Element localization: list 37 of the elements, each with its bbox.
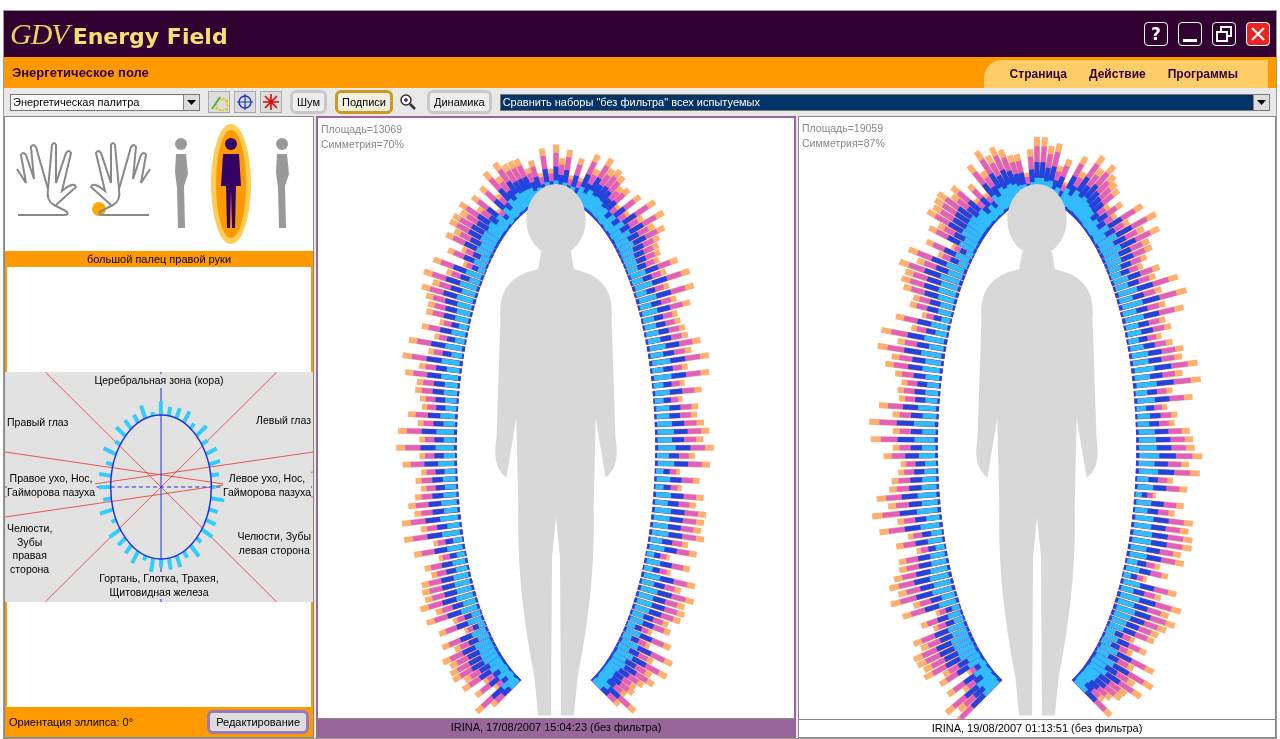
restore-button[interactable] [1212, 22, 1236, 46]
zone-label: Гортань, Глотка, Трахея, Щитовидная железа [99, 572, 219, 600]
symmetry-value: Симметрия=87% [802, 135, 885, 151]
zone-label: Правый глаз [7, 416, 69, 430]
aura-panel[interactable]: Площадь=13069 Симметрия=70% IRINA, 17/08/2007 15:04:23 (без фильтра) [316, 116, 796, 738]
toolbar-button[interactable]: Подписи [335, 90, 393, 114]
body-figure-icon[interactable] [211, 124, 252, 244]
minimize-button[interactable] [1178, 22, 1202, 46]
help-button[interactable]: ? [1144, 22, 1168, 46]
aura-panel[interactable]: Площадь=19059 Симметрия=87% IRINA, 19/08/2007 01:13:51 (без фильтра) [798, 116, 1276, 738]
panel-caption: IRINA, 17/08/2007 15:04:23 (без фильтра) [318, 718, 794, 736]
close-icon [1250, 26, 1266, 42]
restore-icon [1215, 25, 1233, 43]
zone-label: Челюсти, Зубы правая сторона [7, 522, 53, 577]
compare-dropdown[interactable]: Сравнить наборы "без фильтра" всех испытуемых [499, 93, 1270, 111]
target-icon[interactable] [234, 91, 256, 113]
orientation-label: Ориентация эллипса: 0° [9, 716, 134, 728]
toolbar-button[interactable]: Шум [290, 90, 328, 114]
zone-label: Левое ухо, Нос, Гайморова пазуха [222, 472, 311, 500]
menu-item[interactable]: Действие [1088, 67, 1146, 81]
menu-item[interactable]: Страница [1009, 67, 1067, 81]
logo-text: Energy Field [72, 24, 228, 49]
symmetry-value: Симметрия=70% [321, 136, 404, 152]
page-title: Энергетическое поле [11, 65, 149, 80]
zone-label: Правое ухо, Нос, Гайморова пазуха [7, 472, 96, 500]
area-value: Площадь=13069 [321, 122, 404, 137]
close-button[interactable] [1246, 22, 1270, 46]
asterisk-icon[interactable] [260, 91, 282, 113]
palette-dropdown[interactable]: Энергетическая палитра [10, 93, 200, 111]
area-value: Площадь=19059 [802, 121, 885, 136]
zone-label: Церебральная зона (кора) [94, 374, 224, 388]
menu-item[interactable]: Программы [1167, 67, 1238, 81]
toolbar-button[interactable]: Динамика [427, 90, 492, 114]
panel-caption: IRINA, 19/08/2007 01:13:51 (без фильтра) [799, 719, 1275, 737]
zone-label: Челюсти, Зубы левая сторона [237, 530, 311, 558]
sector-caption: большой палец правой руки [5, 251, 313, 267]
edit-button[interactable]: Редактирование [207, 710, 309, 734]
